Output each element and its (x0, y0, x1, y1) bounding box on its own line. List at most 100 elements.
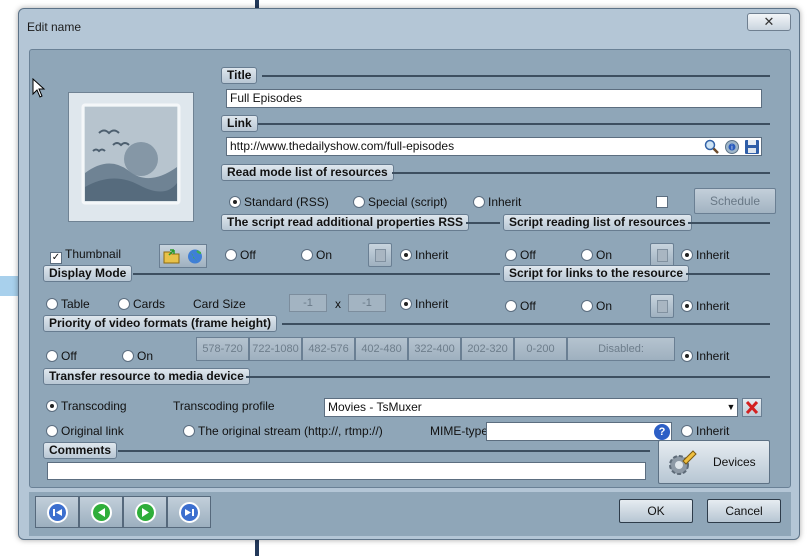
script-links-inherit-radio[interactable]: Inherit (681, 298, 729, 314)
radio-dot (118, 298, 130, 310)
original-stream-radio[interactable]: The original stream (http://, rtmp://) (183, 423, 383, 439)
read-mode-section-label: Read mode list of resources (221, 164, 394, 181)
format-202-320[interactable]: 202-320 (461, 337, 514, 361)
script-props-edit-button[interactable] (368, 243, 392, 267)
radio-dot (581, 249, 593, 261)
transcoding-radio[interactable]: Transcoding (46, 398, 127, 414)
thumbnail-checkbox[interactable]: ✓ Thumbnail (50, 247, 121, 264)
title-input[interactable]: Full Episodes (226, 89, 762, 108)
chevron-down-icon[interactable]: ▼ (725, 400, 737, 415)
format-482-576[interactable]: 482-576 (302, 337, 355, 361)
help-icon[interactable]: ? (654, 424, 670, 440)
priority-divider (282, 323, 770, 325)
thumbnail-preview[interactable] (68, 92, 194, 222)
cancel-button[interactable]: Cancel (707, 499, 781, 523)
schedule-button[interactable]: Schedule (694, 188, 776, 214)
display-mode-table-radio[interactable]: Table (46, 296, 90, 312)
clear-profile-icon[interactable] (742, 398, 762, 417)
script-list-off-label: Off (520, 248, 536, 262)
first-record-button[interactable] (35, 496, 79, 528)
ok-button[interactable]: OK (619, 499, 693, 523)
format-disabled[interactable]: Disabled: (567, 337, 675, 361)
transfer-section-label: Transfer resource to media device (43, 368, 250, 385)
devices-label: Devices (713, 455, 756, 469)
script-props-off-label: Off (240, 248, 256, 262)
priority-inherit-radio[interactable]: Inherit (681, 348, 729, 364)
next-record-button[interactable] (123, 496, 167, 528)
mouse-cursor-icon (32, 77, 46, 101)
display-mode-inherit-label: Inherit (415, 297, 449, 311)
last-icon (179, 502, 200, 523)
script-props-inherit-radio[interactable]: Inherit (400, 247, 448, 263)
display-mode-divider (133, 273, 500, 275)
read-mode-inherit-radio[interactable]: Inherit (473, 194, 521, 210)
card-height-input[interactable]: -1 (348, 294, 386, 312)
script-list-edit-button[interactable] (650, 243, 674, 267)
format-722-1080[interactable]: 722-1080 (249, 337, 302, 361)
script-list-on-label: On (596, 248, 613, 262)
thumbnail-label: Thumbnail (65, 247, 122, 261)
script-links-edit-button[interactable] (650, 294, 674, 318)
radio-dot (46, 298, 58, 310)
next-icon (135, 502, 156, 523)
transfer-inherit-radio[interactable]: Inherit (681, 423, 729, 439)
priority-inherit-label: Inherit (696, 349, 730, 363)
script-props-off-radio[interactable]: Off (225, 247, 256, 263)
format-0-200[interactable]: 0-200 (514, 337, 567, 361)
transfer-inherit-label: Inherit (696, 424, 730, 438)
format-578-720[interactable]: 578-720 (196, 337, 249, 361)
script-edit-icon (657, 300, 668, 313)
priority-off-label: Off (61, 349, 77, 363)
display-mode-section-label: Display Mode (43, 265, 133, 282)
transcoding-profile-label: Transcoding profile (173, 399, 275, 413)
open-folder-icon[interactable] (163, 248, 181, 265)
gear-pencil-icon (669, 450, 697, 475)
priority-on-radio[interactable]: On (122, 348, 153, 364)
script-list-on-radio[interactable]: On (581, 247, 612, 263)
radio-dot (681, 249, 693, 261)
format-402-480[interactable]: 402-480 (355, 337, 408, 361)
radio-dot (400, 298, 412, 310)
last-record-button[interactable] (167, 496, 211, 528)
save-icon[interactable] (744, 139, 760, 158)
comments-input[interactable] (47, 462, 646, 480)
script-links-off-radio[interactable]: Off (505, 298, 536, 314)
radio-dot (183, 425, 195, 437)
globe-icon[interactable] (186, 248, 204, 265)
radio-dot (301, 249, 313, 261)
script-list-inherit-radio[interactable]: Inherit (681, 247, 729, 263)
transcoding-profile-select[interactable]: Movies - TsMuxer (324, 398, 738, 417)
format-322-400[interactable]: 322-400 (408, 337, 461, 361)
link-input[interactable]: http://www.thedailyshow.com/full-episode… (226, 137, 762, 156)
display-mode-cards-radio[interactable]: Cards (118, 296, 165, 312)
read-mode-standard-radio[interactable]: Standard (RSS) (229, 194, 329, 210)
script-links-on-label: On (596, 299, 613, 313)
thumbnail-tools (159, 244, 207, 268)
schedule-checkbox[interactable] (656, 195, 671, 209)
mime-type-input[interactable] (486, 422, 672, 441)
close-button[interactable]: ✕ (747, 13, 791, 31)
title-section-label: Title (221, 67, 258, 84)
edit-name-dialog: Edit name ✕ Title Full Episodes Link htt… (18, 8, 800, 540)
original-stream-label: The original stream (http://, rtmp://) (198, 424, 383, 438)
radio-dot (353, 196, 365, 208)
card-width-input[interactable]: -1 (289, 294, 327, 312)
previous-record-button[interactable] (79, 496, 123, 528)
radio-dot (473, 196, 485, 208)
search-icon[interactable] (704, 139, 720, 158)
read-mode-special-radio[interactable]: Special (script) (353, 194, 447, 210)
checkbox-box: ✓ (50, 252, 62, 264)
script-edit-icon (657, 249, 668, 262)
display-mode-inherit-radio[interactable]: Inherit (400, 296, 448, 312)
settings-info-icon[interactable]: i (724, 139, 740, 158)
radio-dot (681, 425, 693, 437)
original-link-radio[interactable]: Original link (46, 423, 124, 439)
script-list-off-radio[interactable]: Off (505, 247, 536, 263)
script-links-on-radio[interactable]: On (581, 298, 612, 314)
script-list-section-label: Script reading list of resources (503, 214, 692, 231)
devices-button[interactable]: Devices (658, 440, 770, 484)
read-mode-divider (392, 172, 770, 174)
script-props-on-radio[interactable]: On (301, 247, 332, 263)
radio-dot (681, 300, 693, 312)
priority-off-radio[interactable]: Off (46, 348, 77, 364)
